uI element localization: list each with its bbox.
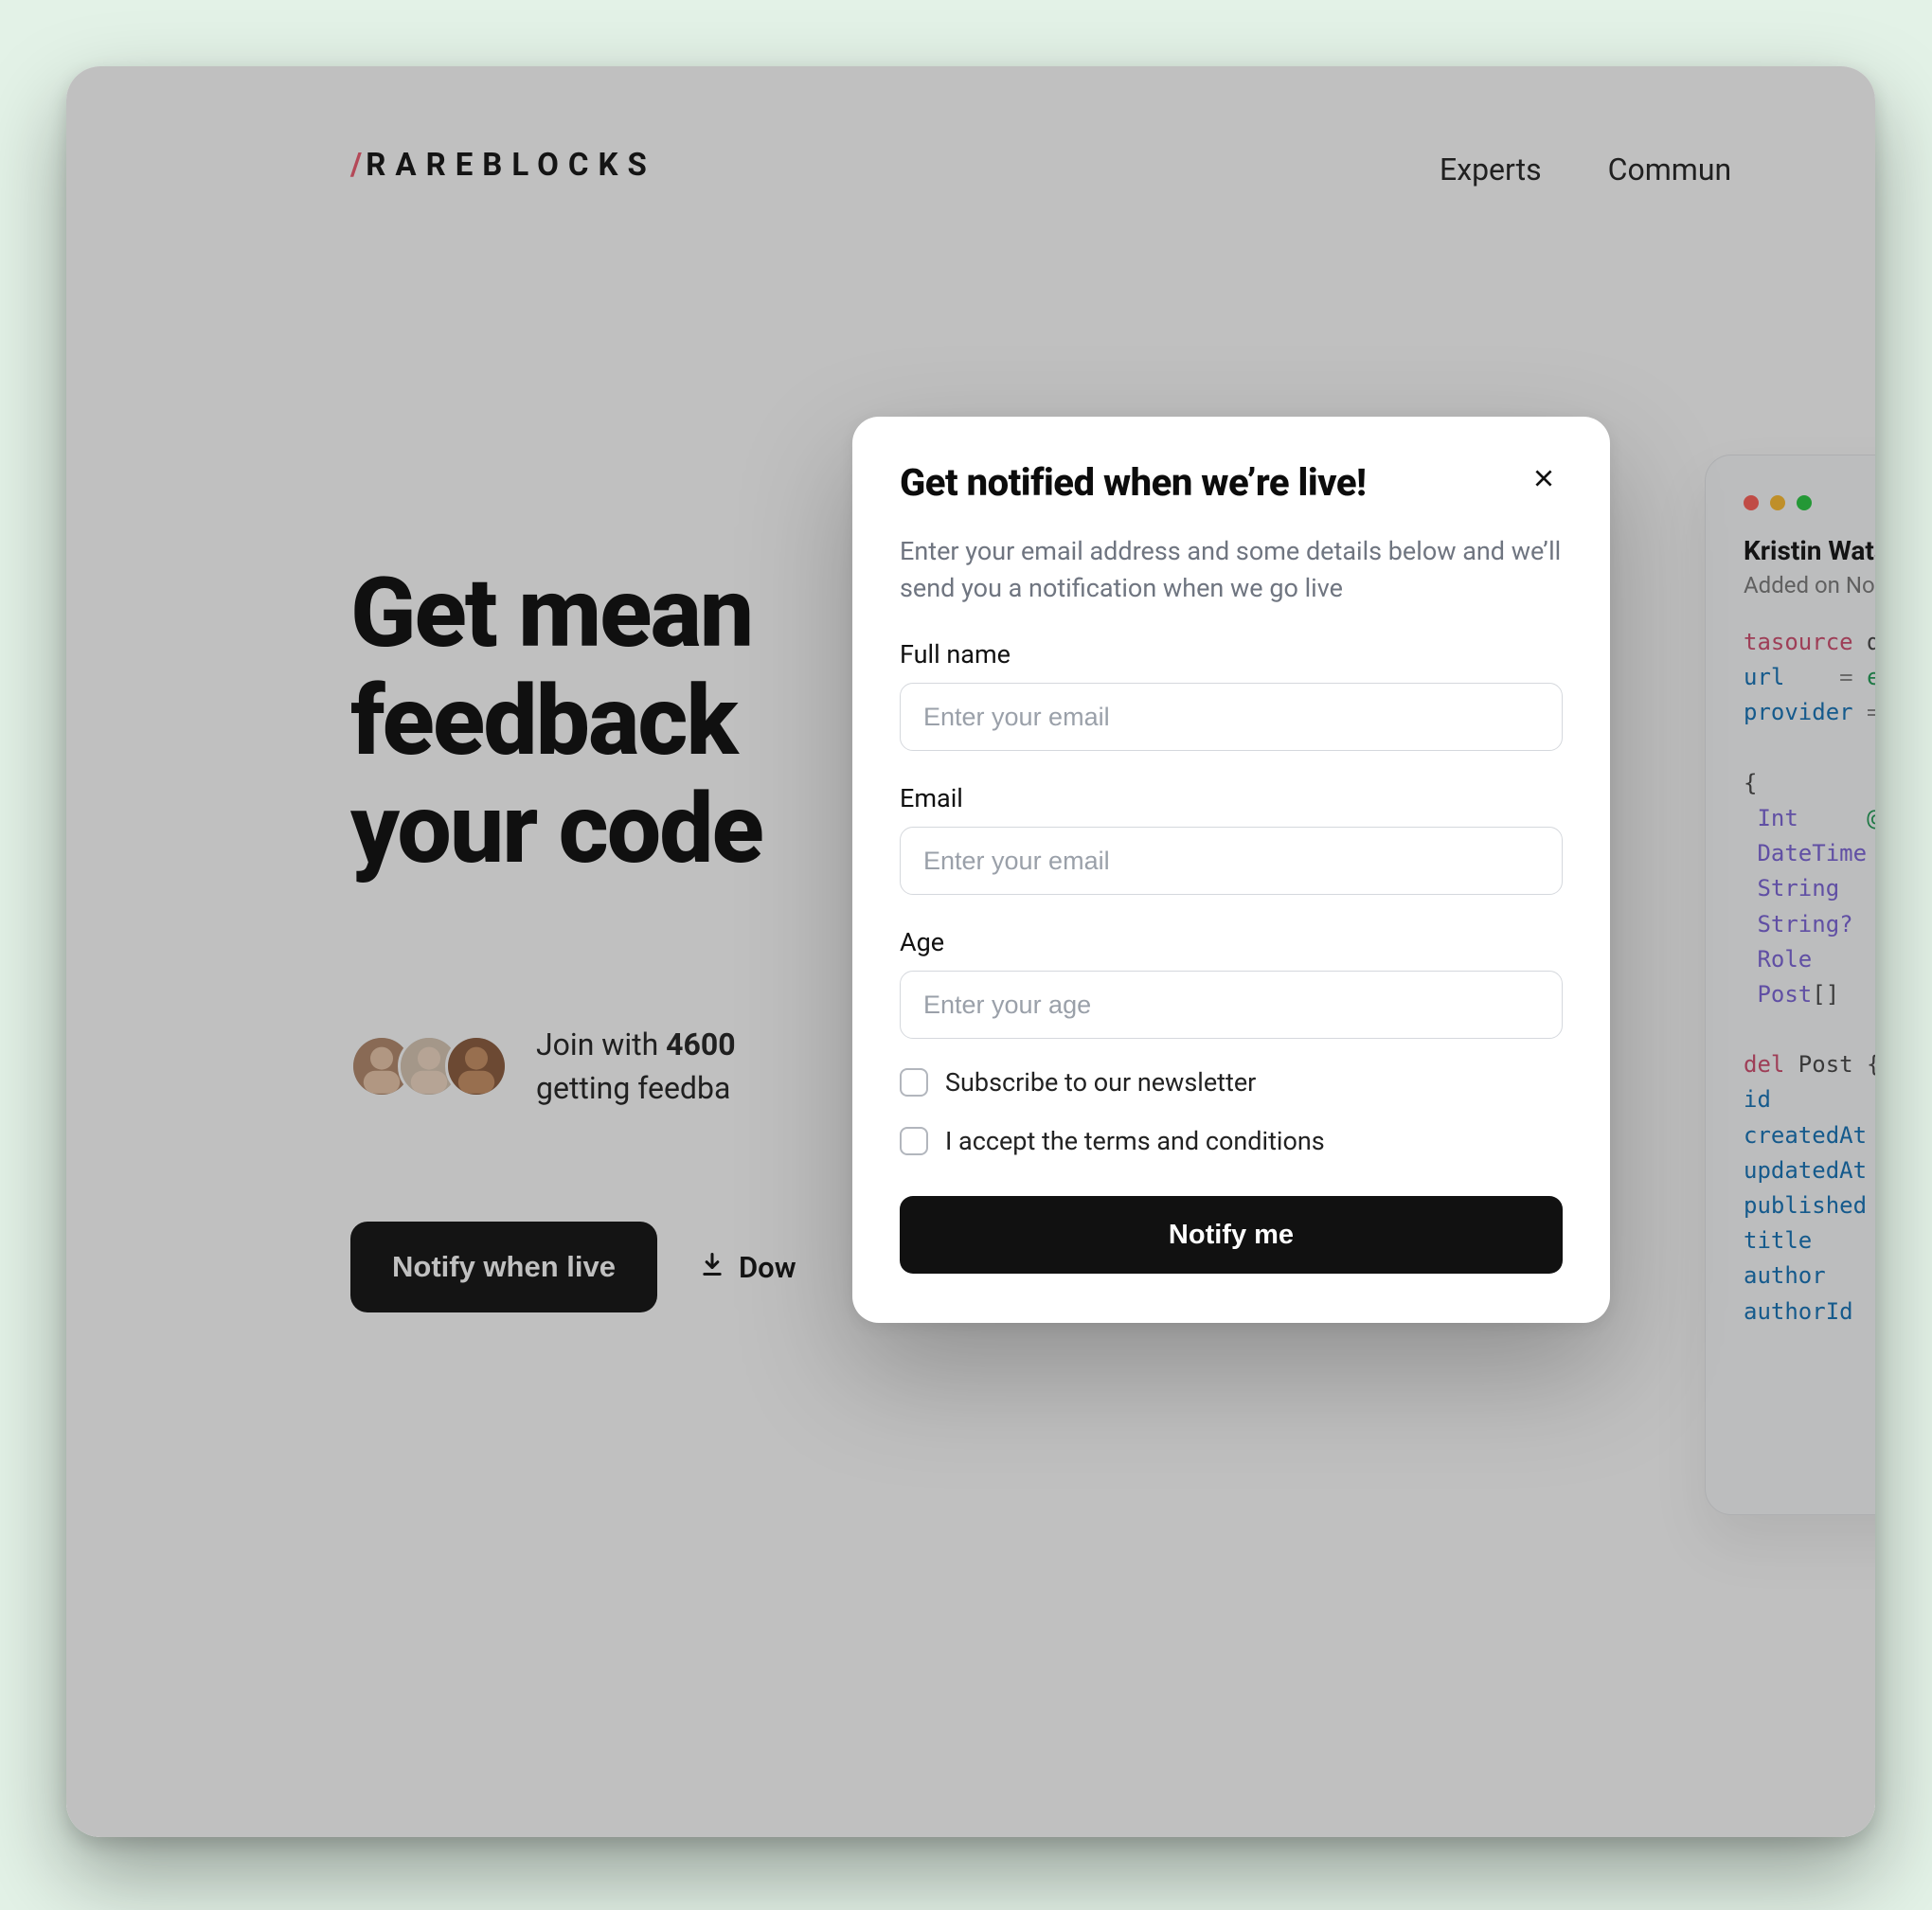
zoom-dot-icon (1797, 495, 1812, 510)
close-icon (1531, 466, 1556, 493)
download-label: Dow (739, 1250, 796, 1285)
field-email: Email (900, 783, 1563, 895)
modal-description: Enter your email address and some detail… (900, 533, 1563, 607)
code-author: Kristin Wats (1744, 535, 1875, 566)
join-prefix: Join with (536, 1026, 666, 1062)
join-text: Join with 4600 getting feedba (536, 1023, 736, 1111)
window-traffic-lights (1744, 495, 1875, 510)
code-added-date: Added on Nov (1744, 572, 1875, 598)
hero-line-3: your code (350, 772, 762, 885)
avatar (445, 1035, 508, 1098)
label-fullname: Full name (900, 639, 1563, 669)
avatar-stack (350, 1035, 508, 1098)
newsletter-checkbox[interactable] (900, 1068, 928, 1097)
terms-label: I accept the terms and conditions (945, 1126, 1325, 1156)
cta-row: Notify when live Dow (350, 1222, 796, 1312)
join-row: Join with 4600 getting feedba (350, 1023, 736, 1111)
age-input[interactable] (900, 971, 1563, 1039)
hero-line-1: Get mean (350, 556, 752, 669)
main-nav: Experts Commun (1440, 152, 1731, 187)
field-fullname: Full name (900, 639, 1563, 751)
check-terms-row: I accept the terms and conditions (900, 1126, 1563, 1156)
minimize-dot-icon (1770, 495, 1785, 510)
check-newsletter-row: Subscribe to our newsletter (900, 1067, 1563, 1098)
nav-link-experts[interactable]: Experts (1440, 152, 1542, 187)
notify-me-button[interactable]: Notify me (900, 1196, 1563, 1274)
close-dot-icon (1744, 495, 1759, 510)
label-age: Age (900, 927, 1563, 957)
download-icon (699, 1250, 725, 1285)
app-frame: /RAREBLOCKS Experts Commun Get mean feed… (66, 66, 1875, 1837)
logo[interactable]: /RAREBLOCKS (350, 147, 656, 184)
fullname-input[interactable] (900, 683, 1563, 751)
notify-modal: Get notified when we’re live! Enter your… (852, 417, 1610, 1323)
logo-slash: / (350, 147, 366, 184)
terms-checkbox[interactable] (900, 1127, 928, 1155)
modal-title: Get notified when we’re live! (900, 460, 1366, 505)
hero-line-2: feedback (350, 664, 737, 777)
join-line-2: getting feedba (536, 1070, 730, 1106)
code-card: Kristin Wats Added on Nov tasource db { … (1705, 455, 1875, 1515)
field-age: Age (900, 927, 1563, 1039)
close-button[interactable] (1525, 460, 1563, 498)
site-header: /RAREBLOCKS Experts Commun (66, 66, 1875, 237)
newsletter-label: Subscribe to our newsletter (945, 1067, 1256, 1098)
code-block: tasource db { url = env( provider = "pos… (1744, 625, 1875, 1330)
logo-text: RAREBLOCKS (366, 147, 656, 184)
download-link[interactable]: Dow (699, 1250, 796, 1285)
join-count: 4600 (666, 1026, 735, 1062)
label-email: Email (900, 783, 1563, 813)
email-input[interactable] (900, 827, 1563, 895)
nav-link-community[interactable]: Commun (1608, 152, 1732, 187)
notify-when-live-button[interactable]: Notify when live (350, 1222, 657, 1312)
